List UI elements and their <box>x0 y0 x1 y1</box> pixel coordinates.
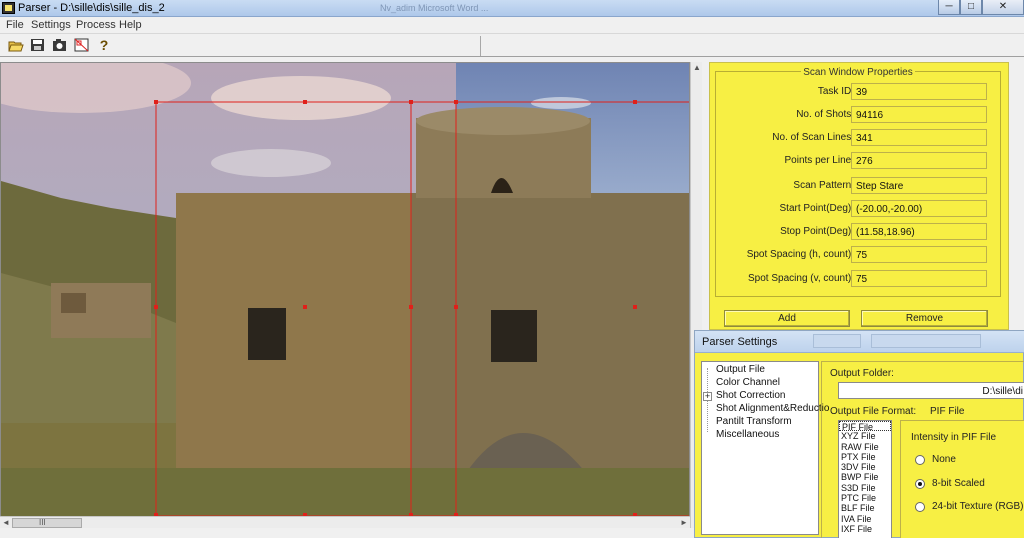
radio-24bit-texture[interactable] <box>915 502 925 512</box>
output-folder-input[interactable]: D:\sille\di <box>838 382 1024 399</box>
output-folder-label: Output Folder: <box>830 368 894 379</box>
property-row: Spot Spacing (h, count): 75 <box>716 246 1002 264</box>
shots-field[interactable]: 94116 <box>851 106 987 123</box>
format-option[interactable]: 3DV File <box>839 462 891 472</box>
scan-image-viewport[interactable] <box>0 62 690 528</box>
format-option[interactable]: IXF File <box>839 524 891 534</box>
property-row: Scan Pattern: Step Stare <box>716 177 1002 195</box>
output-file-pane: Output Folder: D:\sille\di Output File F… <box>821 361 1024 538</box>
minimize-button[interactable]: ─ <box>938 0 960 15</box>
scan-properties-group: Scan Window Properties Task ID: 39 No. o… <box>715 67 1002 297</box>
scanned-building-photo <box>1 63 689 527</box>
menu-file[interactable]: File <box>6 19 24 31</box>
window-title: Parser - D:\sille\dis\sille_dis_2 <box>18 2 165 14</box>
parser-settings-titlebar[interactable]: Parser Settings <box>695 331 1024 353</box>
format-option[interactable]: IVA File <box>839 514 891 524</box>
task-id-field[interactable]: 39 <box>851 83 987 100</box>
help-question-icon[interactable]: ? <box>96 38 112 53</box>
property-row: Stop Point(Deg): (11.58,18.96) <box>716 223 1002 241</box>
format-option[interactable]: XYZ File <box>839 431 891 441</box>
spot-spacing-h-field[interactable]: 75 <box>851 246 987 263</box>
format-option[interactable]: PIF File <box>839 421 891 432</box>
scroll-up-arrow[interactable]: ▲ <box>691 62 703 74</box>
radio-8bit-scaled-label[interactable]: 8-bit Scaled <box>932 478 985 489</box>
camera-icon[interactable] <box>52 38 68 53</box>
scan-lines-label: No. of Scan Lines: <box>772 132 854 143</box>
settings-tree[interactable]: Output File Color Channel + Shot Correct… <box>701 361 829 535</box>
spot-spacing-h-label: Spot Spacing (h, count): <box>746 249 854 260</box>
menu-help[interactable]: Help <box>119 19 142 31</box>
tree-item-miscellaneous[interactable]: Miscellaneous <box>716 429 779 440</box>
tree-item-pantilt-transform[interactable]: Pantilt Transform <box>716 416 792 427</box>
output-format-label: Output File Format: <box>830 406 917 417</box>
remove-button[interactable]: Remove <box>861 310 988 327</box>
format-option[interactable]: PTX File <box>839 452 891 462</box>
toolbar: ? <box>0 33 1024 57</box>
ghost-button <box>871 334 981 348</box>
background-window-title: Nv_adim Microsoft Word ... <box>380 3 489 13</box>
radio-8bit-scaled[interactable] <box>915 479 925 489</box>
menu-bar: File Settings Process Help <box>0 17 1024 33</box>
shots-label: No. of Shots: <box>796 109 854 120</box>
close-button[interactable]: ✕ <box>982 0 1024 15</box>
format-option[interactable]: BWP File <box>839 472 891 482</box>
output-format-value: PIF File <box>930 406 965 417</box>
stop-point-field[interactable]: (11.58,18.96) <box>851 223 987 240</box>
tree-expand-icon[interactable]: + <box>703 392 712 401</box>
scan-properties-title: Scan Window Properties <box>801 67 915 78</box>
start-point-label: Start Point(Deg): <box>779 203 854 214</box>
spot-spacing-v-label: Spot Spacing (v, count): <box>748 273 854 284</box>
task-id-label: Task ID: <box>817 86 854 97</box>
horizontal-scroll-thumb[interactable]: III <box>12 518 82 528</box>
format-option[interactable]: PTC File <box>839 493 891 503</box>
save-disk-icon[interactable] <box>30 38 46 53</box>
scan-window-properties-panel: Scan Window Properties Task ID: 39 No. o… <box>709 62 1009 330</box>
tree-item-output-file[interactable]: Output File <box>716 364 765 375</box>
property-row: Start Point(Deg): (-20.00,-20.00) <box>716 200 1002 218</box>
points-per-line-label: Points per Line: <box>784 155 855 166</box>
scan-pattern-field[interactable]: Step Stare <box>851 177 987 194</box>
ghost-button <box>813 334 861 348</box>
tree-item-shot-alignment[interactable]: Shot Alignment&Reductio <box>716 403 829 414</box>
output-format-list[interactable]: PIF File XYZ File RAW File PTX File 3DV … <box>838 420 892 538</box>
format-option[interactable]: BLF File <box>839 503 891 513</box>
spot-spacing-v-field[interactable]: 75 <box>851 270 987 287</box>
scroll-grip: III <box>39 518 46 527</box>
radio-none[interactable] <box>915 455 925 465</box>
parser-settings-title: Parser Settings <box>702 336 778 348</box>
scan-pattern-label: Scan Pattern: <box>793 180 854 191</box>
points-per-line-field[interactable]: 276 <box>851 152 987 169</box>
radio-none-label[interactable]: None <box>932 454 956 465</box>
tree-item-shot-correction[interactable]: Shot Correction <box>716 390 785 401</box>
title-bar: Parser - D:\sille\dis\sille_dis_2 Nv_adi… <box>0 0 1024 17</box>
scroll-right-arrow[interactable]: ► <box>678 517 690 529</box>
property-row: Points per Line: 276 <box>716 152 1002 170</box>
tree-item-color-channel[interactable]: Color Channel <box>716 377 780 388</box>
intensity-title: Intensity in PIF File <box>911 432 997 443</box>
add-button[interactable]: Add <box>724 310 850 327</box>
format-option[interactable]: RAW File <box>839 442 891 452</box>
property-row: Spot Spacing (v, count): 75 <box>716 270 1002 288</box>
toolbar-separator <box>480 36 481 56</box>
property-row: No. of Shots: 94116 <box>716 106 1002 124</box>
property-row: Task ID: 39 <box>716 83 1002 101</box>
format-option[interactable]: S3D File <box>839 483 891 493</box>
start-point-field[interactable]: (-20.00,-20.00) <box>851 200 987 217</box>
menu-settings[interactable]: Settings <box>31 19 71 31</box>
scan-lines-field[interactable]: 341 <box>851 129 987 146</box>
parser-settings-dialog: Parser Settings Output File Color Channe… <box>694 330 1024 538</box>
scan-grid-icon[interactable] <box>74 38 90 53</box>
intensity-group: Intensity in PIF File None 8-bit Scaled … <box>900 420 1024 538</box>
horizontal-scrollbar[interactable]: ◄ III ► <box>0 516 690 528</box>
open-folder-icon[interactable] <box>8 38 24 53</box>
property-row: No. of Scan Lines: 341 <box>716 129 1002 147</box>
radio-24bit-texture-label[interactable]: 24-bit Texture (RGB) <box>932 501 1024 512</box>
scroll-left-arrow[interactable]: ◄ <box>0 517 12 529</box>
app-icon[interactable] <box>2 2 15 14</box>
maximize-button[interactable]: □ <box>960 0 982 15</box>
menu-process[interactable]: Process <box>76 19 116 31</box>
stop-point-label: Stop Point(Deg): <box>780 226 854 237</box>
